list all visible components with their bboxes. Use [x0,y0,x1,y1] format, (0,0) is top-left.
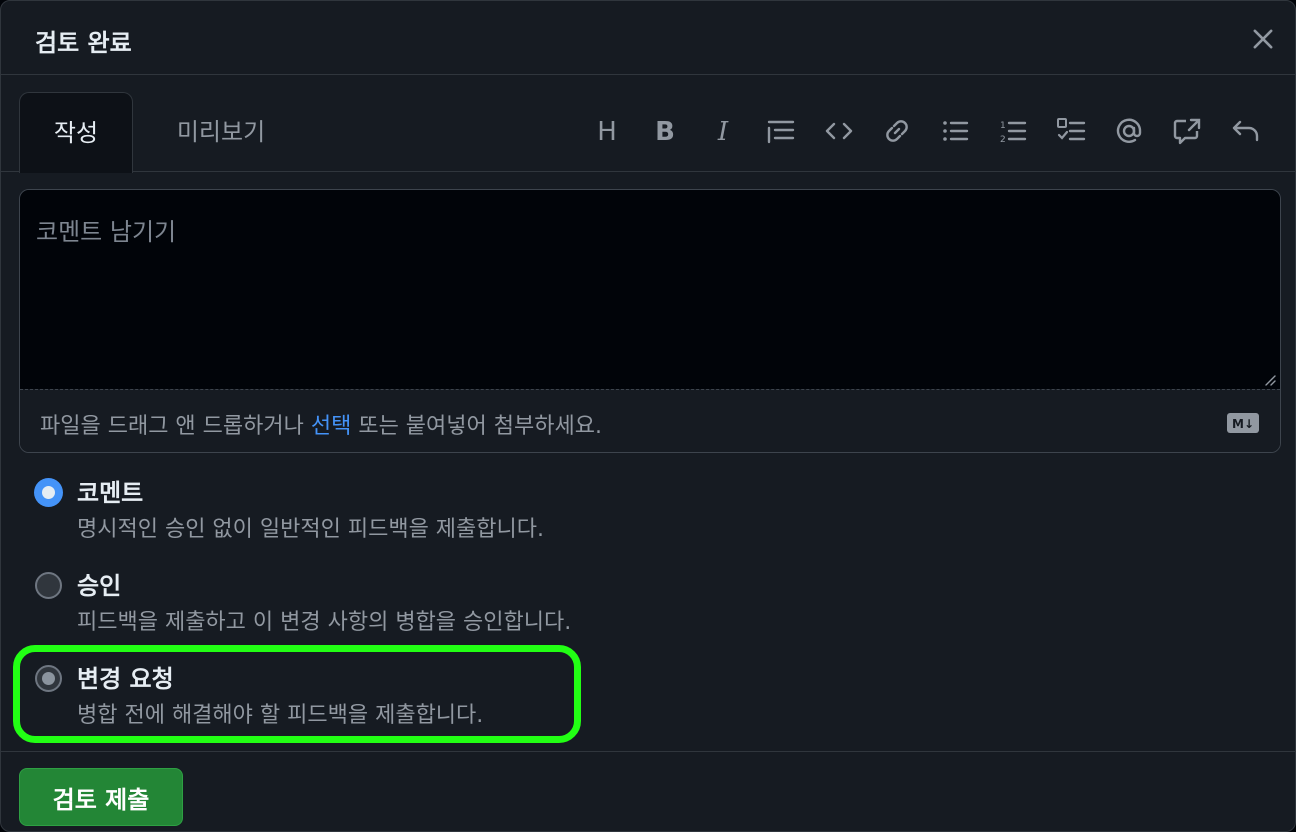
code-button[interactable] [819,111,859,151]
svg-text:1: 1 [1000,121,1006,131]
markdown-icon[interactable]: M↓ [1226,412,1260,434]
review-option-request-changes[interactable]: 변경 요청 병합 전에 해결해야 할 피드백을 제출합니다. [35,659,655,729]
close-icon [1253,29,1273,49]
approve-option-label: 승인 [77,572,122,600]
comment-option-description: 명시적인 승인 없이 일반적인 피드백을 제출합니다. [77,517,545,542]
undo-icon [1232,120,1259,142]
undo-button[interactable] [1225,111,1265,151]
dialog-header: 검토 완료 [1,1,1295,75]
request-changes-radio[interactable] [35,665,62,692]
mention-icon [1116,118,1142,143]
bold-icon: B [655,117,675,146]
attach-suffix: 또는 붙여넣어 첨부하세요. [351,414,602,439]
quote-icon [767,120,795,144]
bold-button[interactable]: B [645,111,685,151]
request-changes-option-label: 변경 요청 [77,665,174,693]
review-option-approve[interactable]: 승인 피드백을 제출하고 이 변경 사항의 병합을 승인합니다. [35,566,655,636]
heading-icon: H [597,117,617,146]
attach-prefix: 파일을 드래그 앤 드롭하거나 [40,414,311,439]
comment-textarea[interactable] [20,190,1280,390]
file-attachment-hint: 파일을 드래그 앤 드롭하거나 선택 또는 붙여넣어 첨부하세요. [40,408,602,440]
link-button[interactable] [877,111,917,151]
markdown-toolbar: H B I 1 2 [569,105,1265,157]
mention-button[interactable] [1109,111,1149,151]
task-list-icon [1057,118,1086,141]
submit-review-button[interactable]: 검토 제출 [19,768,183,826]
radio-dot [42,672,55,685]
dialog-title: 검토 완료 [35,29,132,57]
review-dialog: 검토 완료 작성 미리보기 H B I 1 2 코멘트 남기기 파일을 드래그 … [0,0,1296,832]
italic-icon: I [717,117,729,146]
approve-radio[interactable] [35,572,62,599]
comment-editor: 파일을 드래그 앤 드롭하거나 선택 또는 붙여넣어 첨부하세요. M↓ [19,189,1281,453]
comment-option-label: 코멘트 [77,479,144,507]
svg-text:I: I [717,117,729,146]
tab-write[interactable]: 작성 [19,92,133,173]
unordered-list-icon [943,121,969,141]
task-list-button[interactable] [1051,111,1091,151]
svg-text:H: H [597,117,617,146]
svg-text:B: B [655,117,675,146]
quote-button[interactable] [761,111,801,151]
request-changes-option-description: 병합 전에 해결해야 할 피드백을 제출합니다. [77,703,484,728]
unordered-list-button[interactable] [935,111,975,151]
close-button[interactable] [1249,25,1277,53]
ordered-list-icon: 1 2 [1000,121,1027,145]
review-option-comment[interactable]: 코멘트 명시적인 승인 없이 일반적인 피드백을 제출합니다. [35,473,655,543]
select-file-link[interactable]: 선택 [311,414,351,439]
footer-divider [1,751,1295,752]
italic-button[interactable]: I [703,111,743,151]
cross-reference-button[interactable] [1167,111,1207,151]
tab-preview[interactable]: 미리보기 [151,92,291,173]
svg-text:M↓: M↓ [1232,417,1254,431]
comment-radio[interactable] [35,479,62,506]
heading-button[interactable]: H [587,111,627,151]
code-icon [825,122,853,140]
cross-reference-icon [1173,118,1201,145]
link-icon [886,120,908,142]
ordered-list-button[interactable]: 1 2 [993,111,1033,151]
file-attachment-bar[interactable]: 파일을 드래그 앤 드롭하거나 선택 또는 붙여넣어 첨부하세요. M↓ [20,389,1280,452]
svg-text:2: 2 [1000,135,1006,145]
resize-handle-icon[interactable] [1262,372,1276,386]
approve-option-description: 피드백을 제출하고 이 변경 사항의 병합을 승인합니다. [77,610,572,635]
